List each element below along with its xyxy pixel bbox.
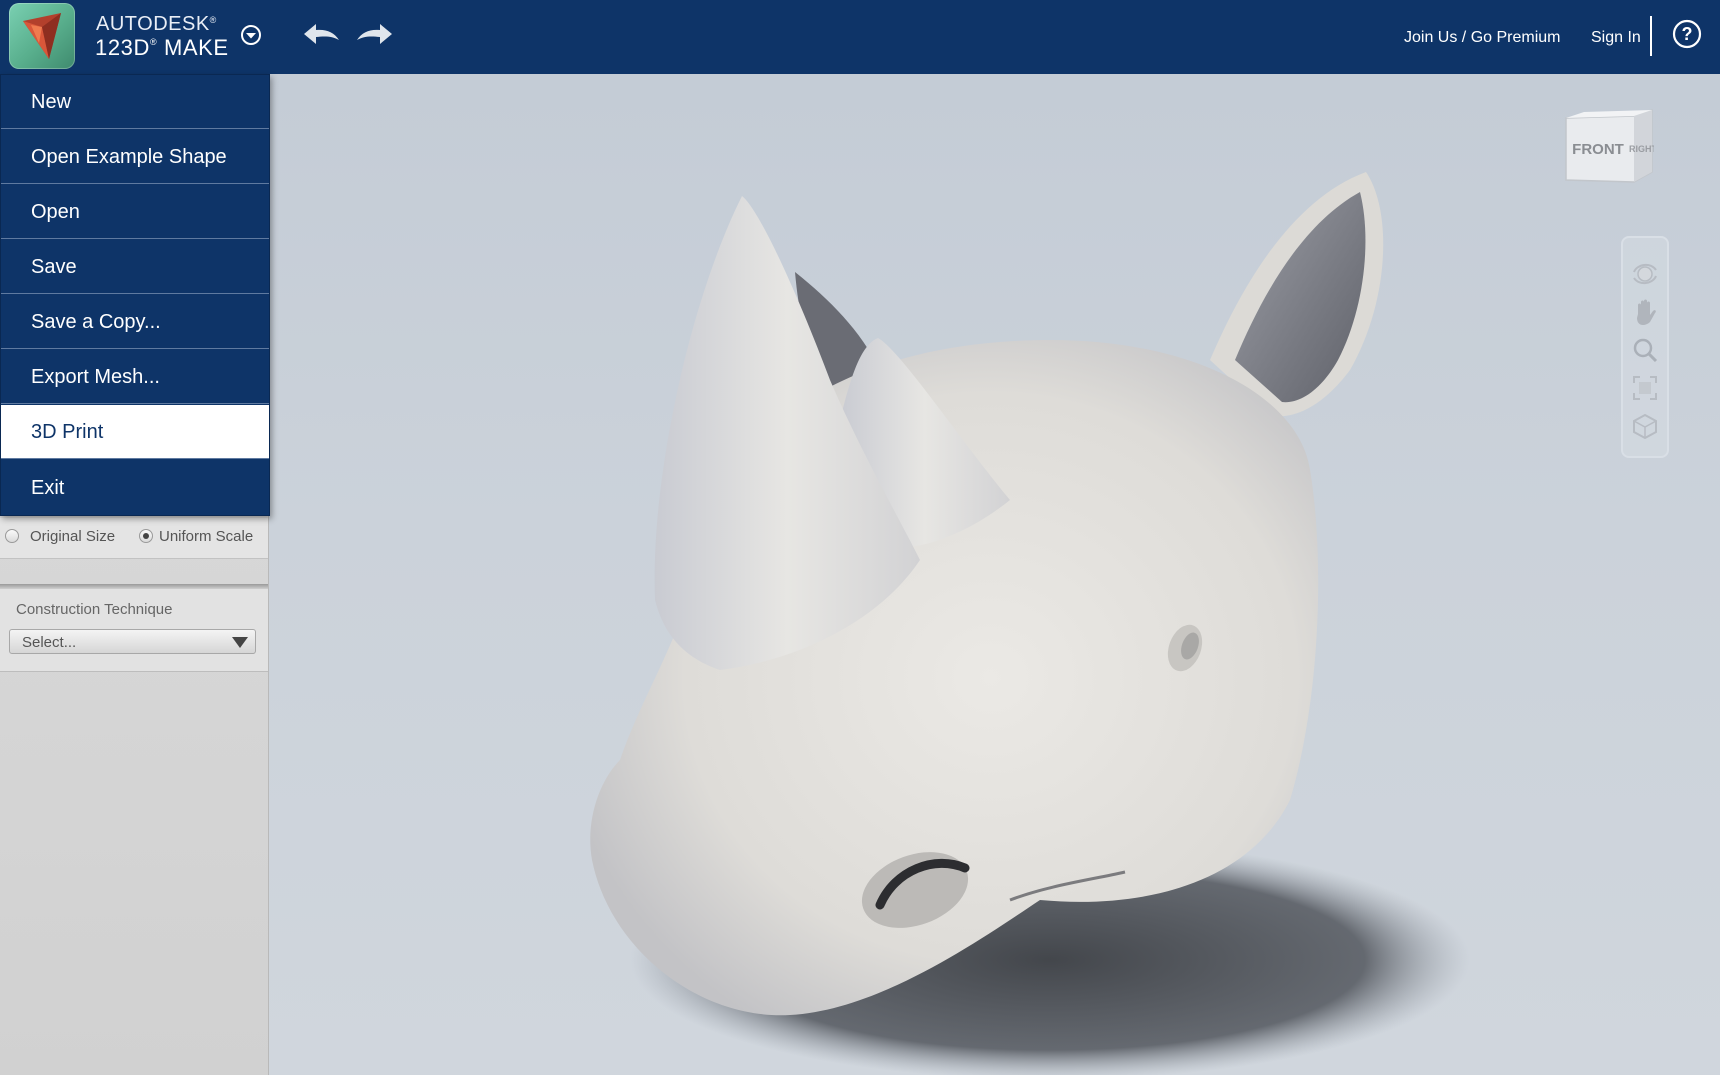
- menu-item-save[interactable]: Save: [1, 240, 269, 294]
- menu-item-3d-print[interactable]: 3D Print: [1, 405, 269, 459]
- dropdown-arrow-icon: [232, 637, 248, 648]
- construction-technique-select[interactable]: Select...: [9, 629, 256, 654]
- viewcube-right-label: RIGHT: [1629, 144, 1654, 154]
- join-premium-link[interactable]: Join Us / Go Premium: [1404, 29, 1560, 47]
- menu-item-new[interactable]: New: [1, 75, 269, 129]
- uniform-scale-radio[interactable]: [139, 529, 153, 543]
- app-logo-icon[interactable]: [9, 3, 75, 69]
- size-options-row: Original Size Uniform Scale: [0, 518, 268, 559]
- original-size-label[interactable]: Original Size: [30, 528, 115, 545]
- orbit-icon[interactable]: [1631, 260, 1659, 288]
- help-icon[interactable]: ?: [1672, 19, 1702, 49]
- menu-item-export-mesh[interactable]: Export Mesh...: [1, 350, 269, 404]
- menu-item-save-a-copy[interactable]: Save a Copy...: [1, 295, 269, 349]
- file-menu-dropdown: New Open Example Shape Open Save Save a …: [0, 74, 270, 516]
- rhino-model[interactable]: [268, 74, 1720, 1075]
- app-menu-dropdown-icon[interactable]: [240, 24, 262, 46]
- header-divider: [1650, 16, 1652, 56]
- select-value: Select...: [22, 634, 77, 651]
- construction-technique-label: Construction Technique: [16, 601, 173, 618]
- menu-item-open[interactable]: Open: [1, 185, 269, 239]
- construction-technique-section: Construction Technique Select...: [0, 589, 268, 672]
- uniform-scale-label[interactable]: Uniform Scale: [159, 528, 253, 545]
- brand-company: AUTODESK®: [96, 13, 217, 35]
- top-bar: AUTODESK® 123D® MAKE Join Us / Go Premiu…: [0, 0, 1720, 74]
- undo-icon[interactable]: [300, 18, 342, 48]
- view-cube[interactable]: FRONT RIGHT: [1564, 108, 1658, 184]
- zoom-icon[interactable]: [1631, 336, 1659, 364]
- view-cube-home-icon[interactable]: [1631, 412, 1659, 440]
- brand-product: 123D® MAKE: [95, 35, 229, 60]
- navigation-toolbar: [1621, 236, 1669, 458]
- viewcube-front-label: FRONT: [1572, 141, 1624, 158]
- svg-text:?: ?: [1682, 24, 1693, 44]
- menu-item-open-example-shape[interactable]: Open Example Shape: [1, 130, 269, 184]
- sign-in-link[interactable]: Sign In: [1591, 29, 1641, 47]
- redo-icon[interactable]: [354, 18, 396, 48]
- pan-hand-icon[interactable]: [1631, 298, 1659, 326]
- menu-item-exit[interactable]: Exit: [1, 461, 269, 515]
- fit-view-icon[interactable]: [1631, 374, 1659, 402]
- original-size-radio[interactable]: [5, 529, 19, 543]
- 3d-viewport[interactable]: [268, 74, 1720, 1075]
